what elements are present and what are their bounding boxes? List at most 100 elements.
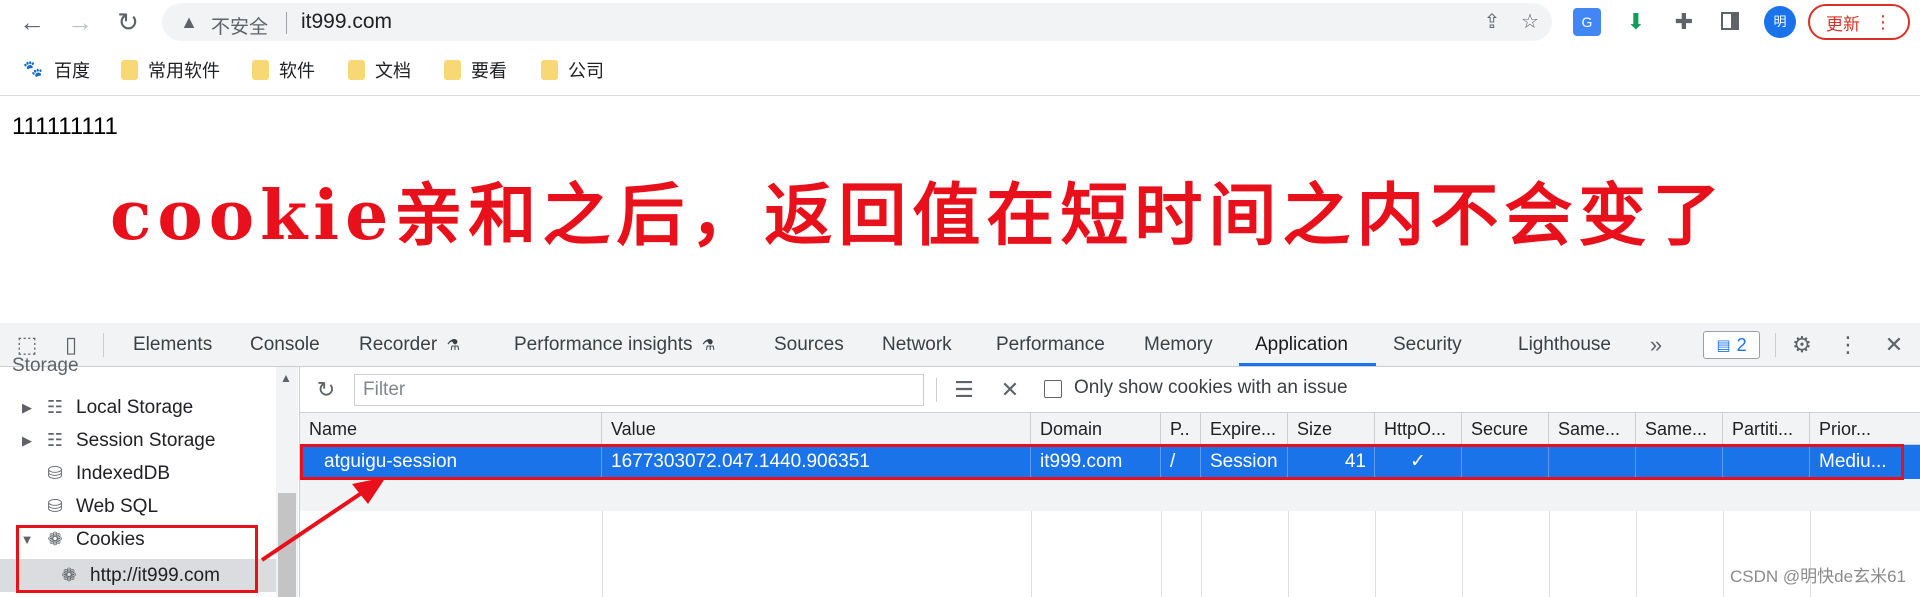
only-issues-label: Only show cookies with an issue — [1074, 377, 1348, 398]
bookmark-star-icon[interactable]: ☆ — [1518, 10, 1542, 34]
column-divider — [602, 511, 603, 597]
extensions-puzzle-icon[interactable]: ✚ — [1670, 8, 1698, 36]
column-divider — [1723, 511, 1724, 597]
bookmark-baidu[interactable]: 🐾 百度 — [22, 56, 90, 84]
bookmark-label: 常用软件 — [148, 61, 220, 81]
profile-avatar[interactable]: 明 — [1764, 6, 1796, 38]
bookmark-folder-common-software[interactable]: 常用软件 — [121, 56, 220, 84]
application-sidebar: Storage ▶ ☷ Local Storage ▶ ☷ Session St… — [0, 355, 300, 597]
gear-icon[interactable]: ⚙ — [1788, 331, 1816, 359]
expand-triangle-icon[interactable]: ▶ — [20, 424, 34, 457]
sidebar-item-label: Local Storage — [76, 397, 194, 418]
watermark-text: CSDN @明快de玄米61 — [1730, 567, 1906, 586]
tab-security[interactable]: Security — [1393, 323, 1462, 367]
column-header-priority[interactable]: Prior... — [1810, 413, 1920, 445]
reload-icon[interactable]: ↻ — [110, 4, 146, 40]
sidebar-item-indexeddb[interactable]: ⛁ IndexedDB — [44, 457, 170, 490]
toolbar-divider — [103, 333, 104, 357]
sidebar-item-label: Web SQL — [76, 496, 159, 517]
update-button[interactable]: 更新 ⋮ — [1808, 4, 1910, 40]
column-header-domain[interactable]: Domain — [1031, 413, 1161, 445]
table-grid-icon: ☷ — [46, 430, 64, 450]
column-header-value[interactable]: Value — [602, 413, 1031, 445]
red-annotation-text: cookie亲和之后，返回值在短时间之内不会变了 — [110, 176, 1727, 256]
bookmark-folder-software[interactable]: 软件 — [252, 56, 315, 84]
column-header-path[interactable]: P.. — [1161, 413, 1201, 445]
column-header-secure[interactable]: Secure — [1462, 413, 1549, 445]
sidebar-item-web-sql[interactable]: ⛁ Web SQL — [44, 490, 158, 523]
column-header-name[interactable]: Name — [300, 413, 602, 445]
scroll-up-arrow-icon[interactable]: ▲ — [280, 371, 292, 385]
bookmark-label: 百度 — [54, 61, 90, 81]
baidu-icon: 🐾 — [23, 61, 43, 78]
cookies-table: Name Value Domain P.. Expire... Size Htt… — [300, 413, 1920, 597]
share-icon[interactable]: ⇪ — [1480, 10, 1504, 34]
tab-application[interactable]: Application — [1255, 323, 1348, 367]
url-text[interactable]: it999.com — [301, 10, 392, 34]
translate-extension-icon[interactable]: G — [1573, 8, 1601, 36]
more-tabs-chevron-icon[interactable]: » — [1642, 331, 1670, 359]
bookmark-folder-to-read[interactable]: 要看 — [444, 56, 507, 84]
table-grid-icon: ☷ — [46, 397, 64, 417]
active-tab-indicator — [1239, 363, 1376, 366]
tab-lighthouse[interactable]: Lighthouse — [1518, 323, 1611, 367]
tab-memory[interactable]: Memory — [1144, 323, 1213, 367]
only-issues-checkbox[interactable] — [1044, 380, 1062, 398]
column-header-httponly[interactable]: HttpO... — [1375, 413, 1462, 445]
empty-table-row — [300, 479, 1920, 511]
tab-label: Recorder — [359, 334, 438, 355]
address-bar[interactable]: ▲ 不安全 it999.com ⇪ ☆ — [162, 3, 1552, 41]
column-header-partition[interactable]: Partiti... — [1723, 413, 1810, 445]
download-extension-icon[interactable]: ⬇ — [1622, 8, 1650, 36]
column-divider — [1462, 511, 1463, 597]
scrollbar-thumb[interactable] — [278, 493, 296, 597]
tab-sources[interactable]: Sources — [774, 323, 844, 367]
folder-icon — [444, 60, 461, 80]
column-divider — [1031, 511, 1032, 597]
update-button-label: 更新 — [1826, 14, 1860, 34]
bookmark-folder-docs[interactable]: 文档 — [348, 56, 411, 84]
sidebar-item-local-storage[interactable]: ▶ ☷ Local Storage — [20, 391, 193, 424]
bookmarks-bar: 🐾 百度 常用软件 软件 文档 要看 公司 — [0, 44, 1920, 96]
refresh-icon[interactable]: ↻ — [312, 376, 340, 404]
tab-label: Performance insights — [514, 334, 693, 355]
tab-performance-insights[interactable]: Performance insights ⚗ — [514, 323, 715, 367]
browser-toolbar: ← → ↻ ▲ 不安全 it999.com ⇪ ☆ G ⬇ ✚ 明 更新 ⋮ — [0, 0, 1920, 44]
filter-input[interactable]: Filter — [354, 374, 924, 406]
database-icon: ⛁ — [47, 463, 63, 483]
delete-x-icon[interactable]: ✕ — [996, 376, 1024, 404]
column-header-expires[interactable]: Expire... — [1201, 413, 1288, 445]
close-icon[interactable]: ✕ — [1880, 331, 1908, 359]
column-header-samesite[interactable]: Same... — [1549, 413, 1636, 445]
tab-network[interactable]: Network — [882, 323, 952, 367]
clear-filtered-icon[interactable]: ☰ — [950, 376, 978, 404]
database-icon: ⛁ — [47, 496, 63, 516]
column-header-size[interactable]: Size — [1288, 413, 1375, 445]
issues-count: 2 — [1736, 334, 1747, 355]
folder-icon — [541, 60, 558, 80]
storage-section-header: Storage — [12, 355, 79, 376]
sidebar-scrollbar[interactable]: ▲ — [276, 367, 298, 597]
side-panel-icon[interactable] — [1716, 8, 1744, 36]
address-divider — [286, 12, 287, 34]
column-header-sameparty[interactable]: Same... — [1636, 413, 1723, 445]
tab-elements[interactable]: Elements — [133, 323, 212, 367]
tab-performance[interactable]: Performance — [996, 323, 1105, 367]
forward-arrow-icon[interactable]: → — [62, 4, 98, 40]
column-divider — [1375, 511, 1376, 597]
column-divider — [1288, 511, 1289, 597]
flask-icon: ⚗ — [701, 337, 716, 354]
column-divider — [1161, 511, 1162, 597]
warning-triangle-icon[interactable]: ▲ — [178, 11, 200, 33]
red-highlight-box-cookies — [16, 525, 258, 593]
tab-recorder[interactable]: Recorder ⚗ — [359, 323, 460, 367]
message-icon: ▤ — [1716, 337, 1731, 354]
more-vertical-icon[interactable]: ⋮ — [1834, 331, 1862, 359]
expand-triangle-icon[interactable]: ▶ — [20, 391, 34, 424]
bookmark-folder-company[interactable]: 公司 — [541, 56, 604, 84]
sidebar-item-session-storage[interactable]: ▶ ☷ Session Storage — [20, 424, 215, 457]
tab-console[interactable]: Console — [250, 323, 320, 367]
folder-icon — [348, 60, 365, 80]
back-arrow-icon[interactable]: ← — [14, 4, 50, 40]
issues-badge[interactable]: ▤ 2 — [1703, 331, 1760, 359]
